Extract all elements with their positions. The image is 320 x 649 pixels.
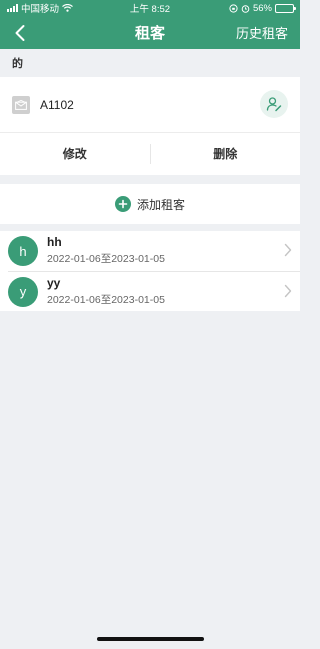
- delete-button[interactable]: 删除: [151, 145, 301, 162]
- tenant-dates: 2022-01-06至2023-01-05: [47, 293, 165, 306]
- tenant-item[interactable]: y yy 2022-01-06至2023-01-05: [8, 271, 300, 311]
- nav-bar: 租客 历史租客: [0, 16, 300, 49]
- status-right: 56%: [229, 2, 296, 14]
- rotation-lock-icon: [229, 3, 238, 13]
- app-header: 中国移动 上午 8:52 56% 租客 历史租客: [0, 0, 300, 49]
- edit-button[interactable]: 修改: [0, 145, 150, 162]
- history-tenants-button[interactable]: 历史租客: [236, 23, 288, 42]
- home-indicator: [97, 637, 204, 641]
- tenant-avatar: h: [8, 236, 38, 266]
- tenant-name: hh: [47, 235, 62, 249]
- user-edit-button[interactable]: [260, 90, 288, 118]
- tenant-info: hh 2022-01-06至2023-01-05: [47, 235, 165, 267]
- battery-icon: [275, 3, 296, 13]
- signal-icon: [7, 4, 18, 12]
- tenant-name: yy: [47, 275, 61, 290]
- carrier-text: 中国移动: [21, 4, 60, 15]
- wifi-icon: [62, 4, 73, 12]
- alarm-icon: [241, 4, 250, 13]
- plus-circle-icon: [114, 196, 131, 212]
- room-row: A1102: [0, 77, 300, 133]
- status-bar: 中国移动 上午 8:52 56%: [0, 0, 300, 16]
- envelope-icon: [12, 95, 30, 114]
- section-label: 的: [12, 58, 23, 70]
- add-tenant-label: 添加租客: [136, 197, 185, 212]
- battery-percent: 56%: [252, 2, 272, 14]
- tenant-info: yy 2022-01-06至2023-01-05: [47, 276, 165, 308]
- tenant-dates: 2022-01-06至2023-01-05: [47, 253, 165, 265]
- status-left: 中国移动: [7, 1, 73, 15]
- user-edit-icon: [266, 97, 282, 112]
- tenant-list: h hh 2022-01-06至2023-01-05 y yy 2022-01-…: [0, 231, 300, 311]
- add-tenant-button[interactable]: 添加租客: [0, 184, 300, 224]
- room-card: A1102 修改 删除: [0, 77, 300, 175]
- tenant-item[interactable]: h hh 2022-01-06至2023-01-05: [0, 231, 300, 271]
- room-name: A1102: [40, 97, 74, 112]
- tenant-avatar: y: [8, 276, 38, 307]
- chevron-right-icon: [284, 243, 292, 257]
- chevron-right-icon: [284, 284, 292, 298]
- room-actions: 修改 删除: [0, 133, 300, 174]
